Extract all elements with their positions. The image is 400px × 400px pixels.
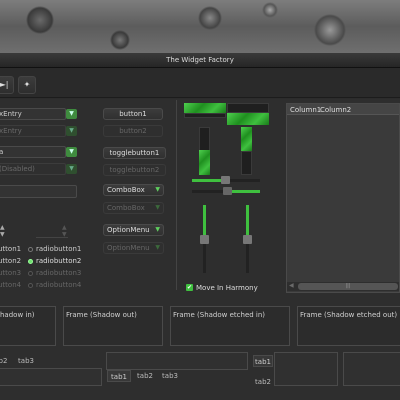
- entry-combo-disabled: xEntry: [0, 125, 66, 137]
- option-menu[interactable]: OptionMenu ▼: [103, 224, 164, 236]
- window-titlebar[interactable]: The Widget Factory: [0, 53, 400, 68]
- spin-arrows-icon[interactable]: ▲ ▼: [0, 224, 10, 238]
- chevron-down-icon[interactable]: ▼: [66, 109, 77, 119]
- notebook-page: [343, 352, 400, 386]
- combobox[interactable]: ComboBox ▼: [103, 184, 164, 196]
- radio-indicator: [28, 271, 33, 276]
- checkbox-checked-icon[interactable]: ✔: [186, 284, 193, 291]
- chevron-down-icon: ▼: [66, 164, 77, 174]
- media-next-icon: ►|: [0, 80, 9, 89]
- harmony-label[interactable]: Move In Harmony: [196, 284, 258, 292]
- togglebutton1[interactable]: togglebutton1: [103, 147, 166, 159]
- notebook-page: [274, 352, 338, 386]
- radio-indicator-checked[interactable]: [28, 259, 33, 264]
- media-next-button[interactable]: ►|: [0, 76, 14, 94]
- frame-label: hadow in): [0, 311, 35, 319]
- vscale-fill: [246, 205, 249, 235]
- radio-label: radiobutton3: [36, 269, 82, 277]
- notebook-page: [106, 352, 248, 370]
- button1[interactable]: button1: [103, 108, 163, 120]
- togglebutton2: togglebutton2: [103, 164, 166, 176]
- entry-field[interactable]: a: [0, 146, 66, 158]
- progress-bar-horizontal: [227, 113, 269, 125]
- tab-active[interactable]: tab1: [107, 370, 131, 382]
- tab[interactable]: tab3: [159, 370, 181, 382]
- radio-label-1[interactable]: utton1: [0, 245, 21, 253]
- progress-bar-horizontal: [184, 103, 226, 113]
- tab[interactable]: tab3: [16, 355, 36, 367]
- vscale-slider-handle[interactable]: [243, 235, 252, 244]
- tab[interactable]: tab2: [134, 370, 156, 382]
- chevron-down-icon: ▼: [66, 126, 77, 136]
- tab[interactable]: b2: [0, 355, 10, 367]
- option-menu-label: OptionMenu: [107, 226, 150, 234]
- progress-bar-vertical: [241, 127, 252, 151]
- radio-label-2[interactable]: utton2: [0, 257, 21, 265]
- scale-fill: [232, 190, 260, 193]
- tree-view[interactable]: [286, 103, 400, 293]
- option-menu-label: OptionMenu: [107, 244, 150, 252]
- button2: button2: [103, 125, 163, 137]
- entry-text: xEntry: [0, 127, 22, 135]
- desktop-wallpaper: [0, 0, 400, 53]
- scale-fill: [192, 179, 222, 182]
- radio-label: radiobutton4: [36, 281, 82, 289]
- notebook-page: [0, 368, 102, 386]
- frame-label: Frame (Shadow etched in): [173, 311, 266, 319]
- combobox-label: ComboBox: [107, 186, 145, 194]
- scrollbar-grip: |||: [345, 283, 351, 289]
- progress-trough: [184, 113, 226, 118]
- tab[interactable]: tab2: [253, 376, 273, 388]
- option-menu-disabled: OptionMenu ▼: [103, 242, 164, 254]
- scale-slider-handle[interactable]: [223, 187, 232, 195]
- window-title: The Widget Factory: [166, 56, 234, 64]
- entry-combo[interactable]: xEntry: [0, 108, 66, 120]
- radio-label-4: utton4: [0, 281, 22, 289]
- radio-label[interactable]: radiobutton1: [36, 245, 81, 253]
- radio-label[interactable]: radiobutton2: [36, 257, 81, 265]
- progress-bar-vertical: [199, 150, 210, 175]
- toolbar-icon-button[interactable]: ✦: [18, 76, 36, 94]
- entry-text: xEntry: [0, 110, 22, 118]
- radio-indicator[interactable]: [28, 247, 33, 252]
- sparkle-icon: ✦: [23, 80, 31, 89]
- spin-arrows-icon: ▲ ▼: [62, 224, 67, 238]
- scroll-left-icon[interactable]: ◀: [289, 282, 294, 289]
- radio-label-3: utton3: [0, 269, 22, 277]
- chevron-down-icon: ▼: [155, 186, 160, 193]
- tab-active[interactable]: tab1: [253, 355, 273, 367]
- scale-slider-handle[interactable]: [221, 176, 230, 184]
- entry-text: a: [0, 148, 4, 156]
- text-entry[interactable]: [0, 185, 77, 198]
- chevron-down-icon: ▼: [155, 244, 160, 251]
- radio-indicator: [28, 283, 33, 288]
- vscale-fill: [203, 205, 206, 235]
- combobox-label: ComboBox: [107, 204, 145, 212]
- frame-label: Frame (Shadow out): [66, 311, 137, 319]
- combobox-disabled: ComboBox ▼: [103, 202, 164, 214]
- chevron-down-icon[interactable]: ▼: [66, 147, 77, 157]
- progress-trough: [227, 103, 269, 113]
- vscale-slider-handle[interactable]: [200, 235, 209, 244]
- progress-trough-vertical: [241, 151, 252, 175]
- separator: [176, 100, 177, 290]
- entry-field-disabled: (Disabled): [0, 163, 66, 175]
- scrollbar-thumb[interactable]: |||: [298, 283, 398, 290]
- toolbar: [0, 68, 400, 98]
- entry-text: (Disabled): [0, 165, 35, 173]
- column-header-2[interactable]: Column2: [320, 106, 351, 114]
- column-header-1[interactable]: Column1: [290, 106, 321, 114]
- chevron-down-icon: ▼: [155, 226, 160, 233]
- chevron-down-icon: ▼: [155, 204, 160, 211]
- frame-label: Frame (Shadow etched out): [300, 311, 398, 319]
